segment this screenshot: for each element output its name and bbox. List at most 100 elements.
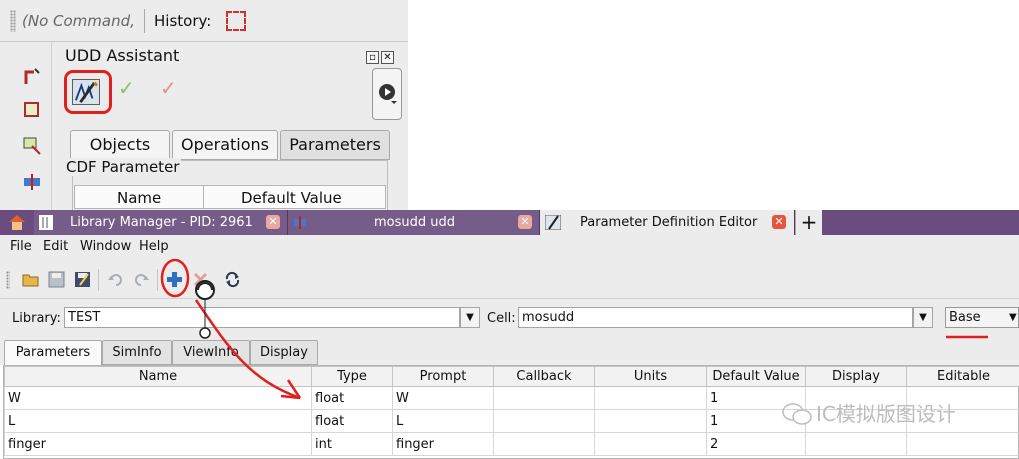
close-icon[interactable]: ✕ (518, 215, 532, 229)
apply-check-icon[interactable]: ✓ (118, 76, 135, 100)
cell-callback[interactable] (493, 432, 595, 456)
tab-parameter-definition-editor[interactable]: Parameter Definition Editor ✕ (540, 210, 795, 235)
menu-help[interactable]: Help (139, 239, 169, 255)
column-editable[interactable]: Editable (906, 366, 1019, 387)
history-icon[interactable] (226, 11, 246, 31)
table-row[interactable]: finger int finger 2 (4, 432, 1019, 456)
cell-label: Cell: (487, 311, 516, 326)
watermark-text: IC模拟版图设计 (816, 402, 956, 426)
save-as-icon[interactable] (74, 271, 91, 288)
library-label: Library: (12, 311, 61, 326)
cell-type[interactable]: float (311, 386, 393, 410)
cell-units[interactable] (594, 432, 707, 456)
command-separator (144, 9, 145, 33)
library-field[interactable]: TEST (64, 307, 460, 328)
column-default-value[interactable]: Default Value (706, 366, 806, 387)
tab-library-manager[interactable]: Library Manager - PID: 2961 ✕ (34, 210, 288, 235)
left-tool-column (0, 42, 52, 217)
tab-operations[interactable]: Operations (172, 130, 278, 160)
toolbar-grip[interactable] (6, 271, 10, 289)
tab-label: Library Manager - PID: 2961 (70, 215, 253, 230)
library-cell-selector: Library: TEST ▼ Cell: mosudd ▼ Base ▼ (0, 299, 1019, 339)
cell-type[interactable]: int (311, 432, 393, 456)
float-icon[interactable]: ▫ (366, 51, 379, 64)
save-icon[interactable] (48, 271, 65, 288)
cell-editable[interactable] (906, 432, 1019, 456)
window-tab-bar: Library Manager - PID: 2961 ✕ mosudd udd… (0, 210, 1019, 235)
refresh-icon[interactable] (224, 271, 241, 288)
column-units[interactable]: Units (594, 366, 707, 387)
panel-title-buttons: ▫ ✕ (366, 49, 396, 64)
cell-field[interactable]: mosudd (518, 307, 913, 328)
cell-prompt[interactable]: W (392, 386, 494, 410)
tab-display[interactable]: Display (250, 340, 318, 365)
cell-prompt[interactable]: finger (392, 432, 494, 456)
symbol-icon (294, 216, 306, 229)
watermark: IC模拟版图设计 (782, 399, 1012, 429)
command-strip: (No Command, History: (0, 0, 408, 42)
close-icon[interactable]: ✕ (381, 51, 394, 64)
toolbar-separator (98, 269, 99, 291)
tab-mosudd-udd[interactable]: mosudd udd ✕ (288, 210, 540, 235)
menu-file[interactable]: File (10, 239, 32, 255)
tab-objects[interactable]: Objects (70, 130, 170, 160)
close-icon[interactable]: ✕ (266, 215, 280, 229)
cancel-edit-icon[interactable]: ✓ (160, 76, 177, 100)
cdf-column-name[interactable]: Name (117, 188, 161, 208)
column-prompt[interactable]: Prompt (392, 366, 494, 387)
view-selector[interactable]: Base ▼ (945, 307, 1019, 328)
column-display[interactable]: Display (805, 366, 907, 387)
home-icon[interactable] (8, 214, 26, 230)
tab-siminfo[interactable]: SimInfo (102, 340, 172, 365)
column-name[interactable]: Name (4, 366, 312, 387)
menu-edit[interactable]: Edit (43, 239, 68, 255)
tab-viewinfo[interactable]: ViewInfo (172, 340, 250, 365)
cell-callback[interactable] (493, 386, 595, 410)
command-field[interactable]: (No Command, (22, 10, 144, 32)
udd-assistant-panel: UDD Assistant ▫ ✕ ✓ ✓ Objects Operations … (52, 42, 408, 220)
open-folder-icon[interactable] (22, 271, 39, 288)
pin-tool-icon[interactable] (22, 66, 42, 86)
cell-name[interactable]: finger (4, 432, 312, 456)
tab-parameters[interactable]: Parameters (280, 130, 390, 160)
cdf-column-default[interactable]: Default Value (241, 188, 342, 208)
new-tab-button[interactable]: + (795, 210, 822, 235)
library-dropdown-button[interactable]: ▼ (460, 307, 480, 328)
column-divider (203, 186, 204, 208)
add-parameter-icon[interactable] (166, 271, 183, 288)
panel-title: UDD Assistant (65, 46, 180, 65)
tab-label: Parameter Definition Editor (580, 215, 758, 230)
library-icon (39, 215, 53, 230)
cell-callback[interactable] (493, 409, 595, 433)
chevron-down-icon: ▼ (1009, 312, 1017, 323)
select-box-icon[interactable] (22, 100, 42, 120)
tab-parameters[interactable]: Parameters (4, 340, 102, 366)
cell-units[interactable] (594, 409, 707, 433)
column-callback[interactable]: Callback (493, 366, 595, 387)
cell-name[interactable]: W (4, 386, 312, 410)
close-icon[interactable]: ✕ (772, 215, 786, 229)
cell-prompt[interactable]: L (392, 409, 494, 433)
redo-icon[interactable] (133, 271, 150, 288)
cell-default-value[interactable]: 2 (706, 432, 806, 456)
stretch-tool-icon[interactable] (22, 136, 42, 156)
cell-units[interactable] (594, 386, 707, 410)
wechat-icon (782, 403, 812, 425)
play-icon (379, 84, 397, 104)
run-menu-button[interactable] (372, 68, 402, 120)
cell-name[interactable]: L (4, 409, 312, 433)
undo-icon[interactable] (107, 271, 124, 288)
cell-display[interactable] (805, 432, 907, 456)
toolbar-grip[interactable] (10, 10, 16, 32)
edit-parameters-icon[interactable] (72, 79, 100, 105)
parameter-tabs: Parameters SimInfo ViewInfo Display (0, 339, 1019, 366)
mirror-tool-icon[interactable] (22, 172, 42, 192)
toolbar-separator (157, 269, 158, 291)
cell-type[interactable]: float (311, 409, 393, 433)
table-header: Name Type Prompt Callback Units Default … (4, 366, 1019, 387)
delete-parameter-icon[interactable] (192, 271, 209, 288)
view-value: Base (949, 310, 981, 325)
column-type[interactable]: Type (311, 366, 393, 387)
cell-dropdown-button[interactable]: ▼ (913, 307, 933, 328)
menu-window[interactable]: Window (80, 239, 131, 255)
